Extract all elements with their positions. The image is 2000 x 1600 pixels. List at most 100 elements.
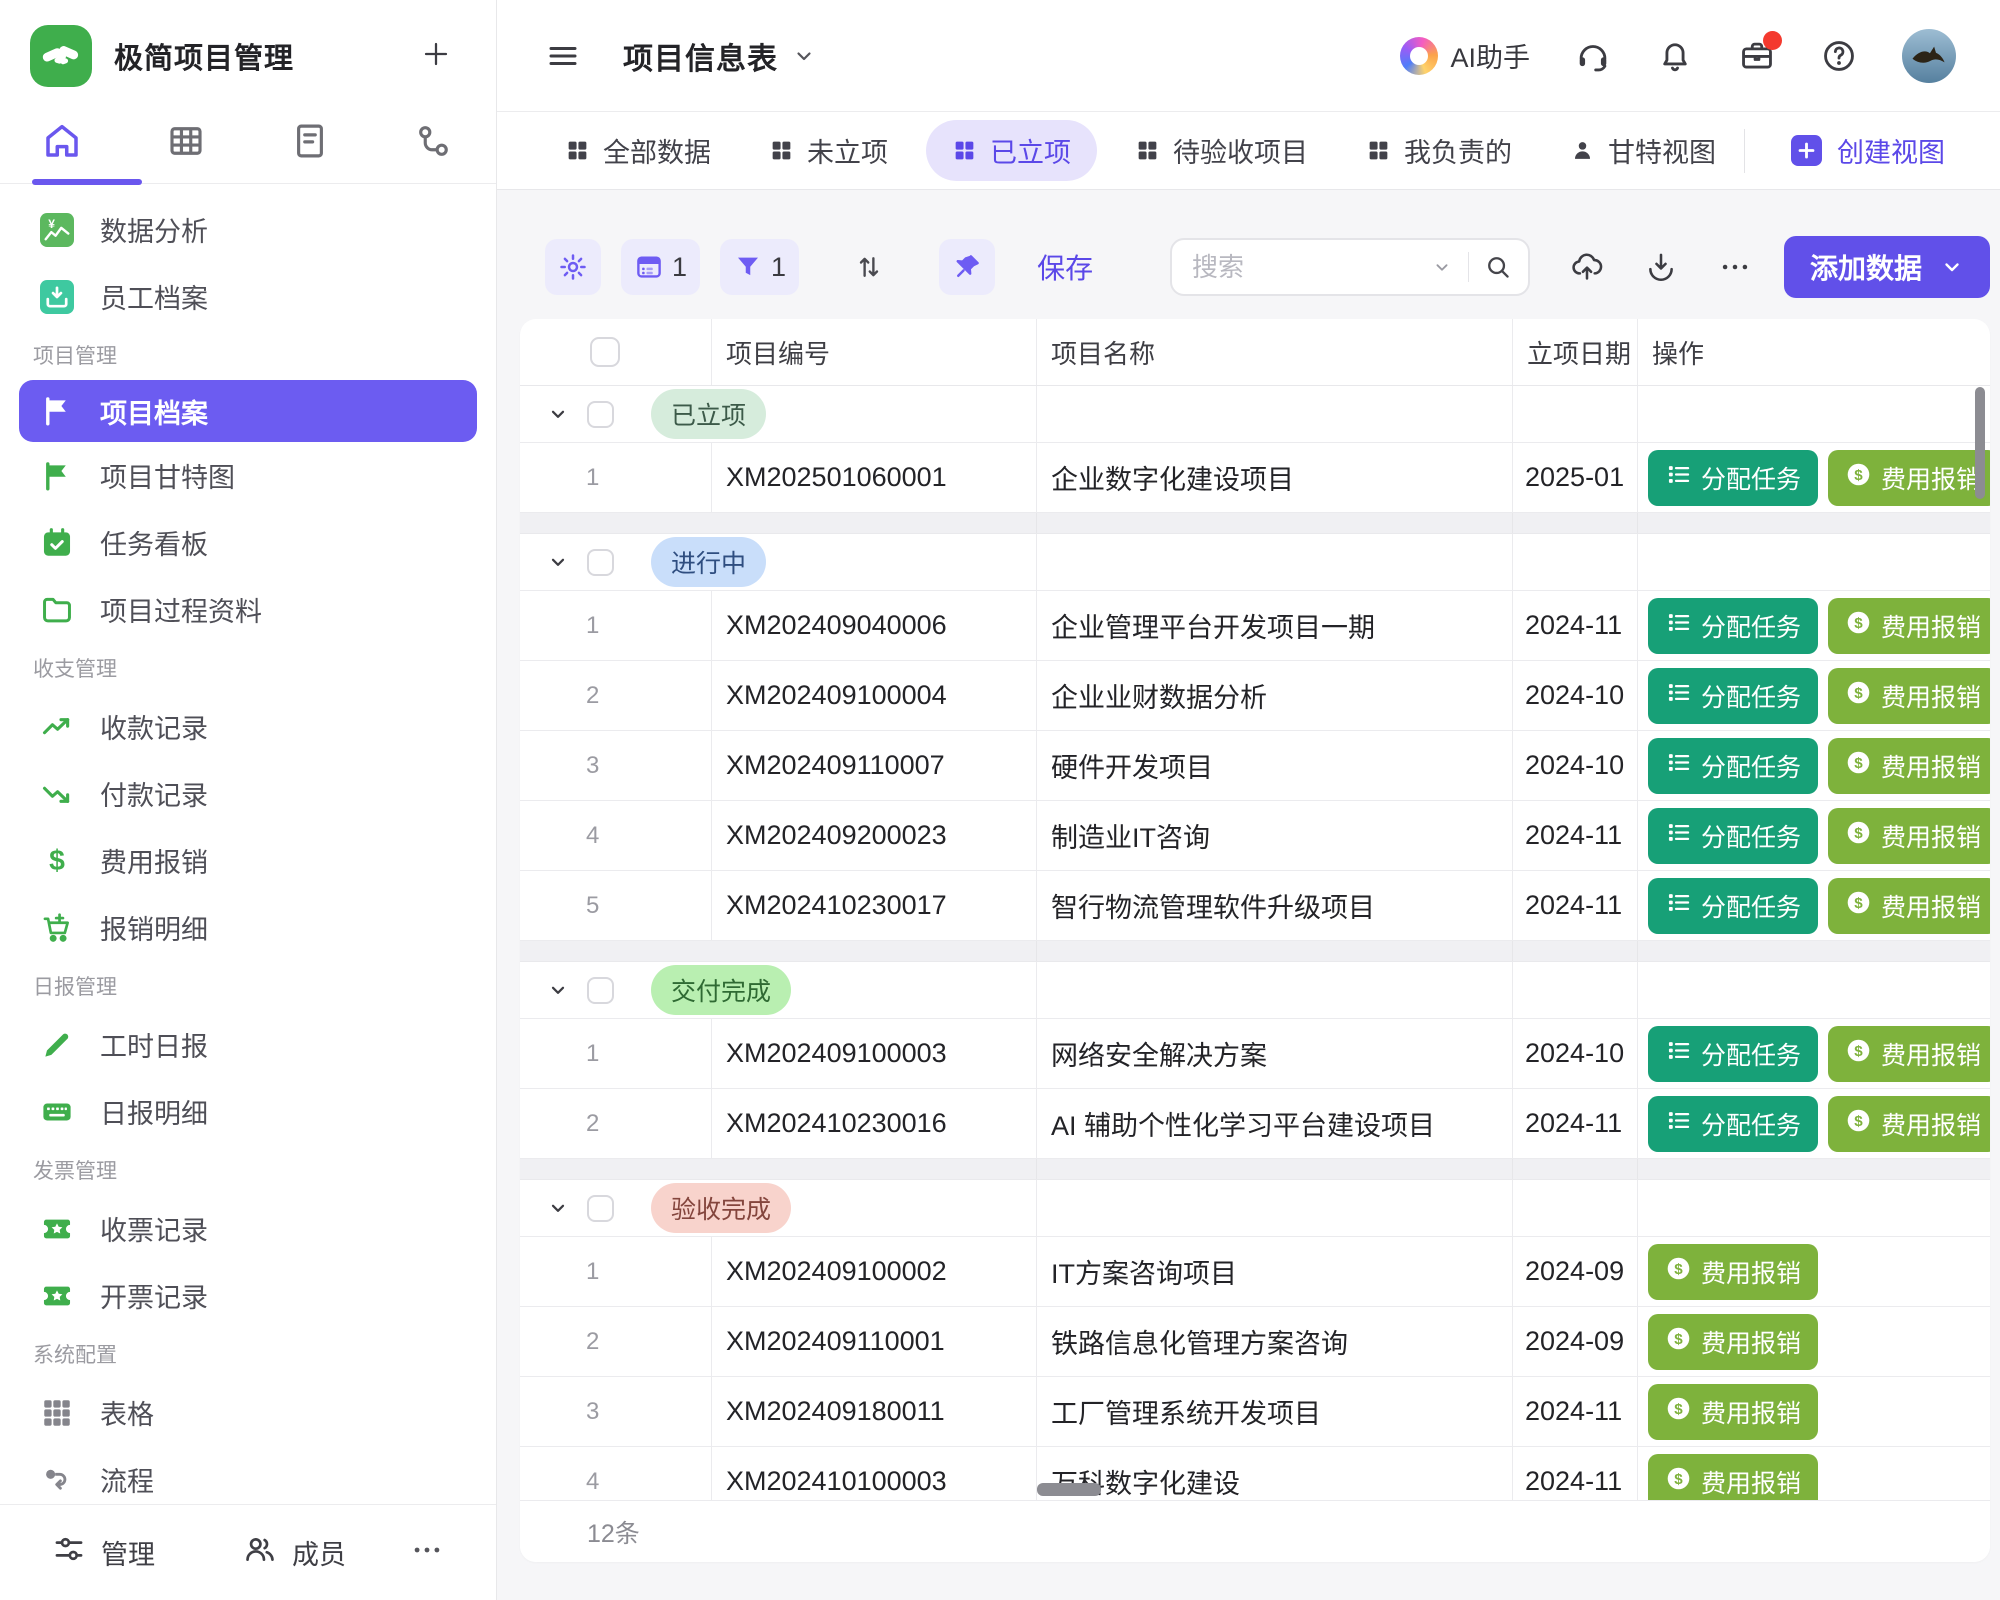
table-row[interactable]: 3XM202409110007硬件开发项目2024-10分配任务$费用报销	[520, 731, 1990, 801]
project-code-cell[interactable]: XM202409180011	[712, 1377, 1037, 1446]
vertical-scrollbar-thumb[interactable]	[1975, 387, 1985, 499]
group-collapse-button[interactable]	[546, 550, 570, 574]
expense-button[interactable]: $费用报销	[1828, 1096, 1990, 1152]
notifications-button[interactable]	[1656, 37, 1694, 75]
members-button[interactable]: 成员	[243, 1532, 346, 1573]
filter-button[interactable]: 1	[720, 239, 799, 295]
import-button[interactable]	[1570, 250, 1604, 284]
group-row[interactable]: 验收完成	[520, 1180, 1990, 1237]
table-row[interactable]: 4XM202410100003万科数字化建设2024-11$费用报销	[520, 1447, 1990, 1500]
column-header-code[interactable]: 项目编号	[712, 319, 1037, 385]
save-button[interactable]: 保存	[1037, 247, 1093, 287]
column-header-actions[interactable]: 操作	[1638, 319, 1990, 385]
sidebar-item-5[interactable]: 任务看板	[0, 509, 496, 576]
view-tab-1[interactable]: 未立项	[749, 120, 908, 181]
project-name-cell[interactable]: 企业数字化建设项目	[1037, 443, 1513, 512]
column-header-date[interactable]: 立项日期	[1513, 319, 1638, 385]
project-code-cell[interactable]: XM202409040006	[712, 591, 1037, 660]
expense-button[interactable]: $费用报销	[1648, 1244, 1818, 1300]
tab-flows[interactable]	[372, 118, 496, 183]
assign-button[interactable]: 分配任务	[1648, 450, 1818, 506]
project-code-cell[interactable]: XM202409100003	[712, 1019, 1037, 1088]
project-code-cell[interactable]: XM202410230017	[712, 871, 1037, 940]
column-header-name[interactable]: 项目名称	[1037, 319, 1513, 385]
group-collapse-button[interactable]	[546, 978, 570, 1002]
group-collapse-button[interactable]	[546, 1196, 570, 1220]
project-name-cell[interactable]: 网络安全解决方案	[1037, 1019, 1513, 1088]
assign-button[interactable]: 分配任务	[1648, 1096, 1818, 1152]
project-name-cell[interactable]: 万科数字化建设	[1037, 1447, 1513, 1500]
support-button[interactable]	[1574, 37, 1612, 75]
expense-button[interactable]: $费用报销	[1828, 450, 1990, 506]
sidebar-item-19[interactable]: 表格	[0, 1379, 496, 1446]
view-tab-0[interactable]: 全部数据	[545, 120, 731, 181]
avatar[interactable]	[1902, 29, 1956, 83]
sidebar-item-14[interactable]: 日报明细	[0, 1078, 496, 1145]
project-code-cell[interactable]: XM202501060001	[712, 443, 1037, 512]
project-name-cell[interactable]: 铁路信息化管理方案咨询	[1037, 1307, 1513, 1376]
table-row[interactable]: 3XM202409180011工厂管理系统开发项目2024-11$费用报销	[520, 1377, 1990, 1447]
project-date-cell[interactable]: 2024-11	[1513, 1377, 1638, 1446]
project-code-cell[interactable]: XM202410100003	[712, 1447, 1037, 1500]
project-name-cell[interactable]: 企业业财数据分析	[1037, 661, 1513, 730]
assign-button[interactable]: 分配任务	[1648, 1026, 1818, 1082]
sidebar-item-6[interactable]: 项目过程资料	[0, 576, 496, 643]
assign-button[interactable]: 分配任务	[1648, 878, 1818, 934]
project-code-cell[interactable]: XM202409100004	[712, 661, 1037, 730]
search-input[interactable]	[1192, 252, 1431, 283]
project-date-cell[interactable]: 2024-09	[1513, 1307, 1638, 1376]
export-button[interactable]	[1644, 250, 1678, 284]
project-date-cell[interactable]: 2024-11	[1513, 1447, 1638, 1500]
table-row[interactable]: 5XM202410230017智行物流管理软件升级项目2024-11分配任务$费…	[520, 871, 1990, 941]
add-workspace-button[interactable]	[416, 36, 456, 76]
sidebar-item-10[interactable]: $费用报销	[0, 827, 496, 894]
view-tab-2[interactable]: 已立项	[926, 120, 1097, 181]
sidebar-item-4[interactable]: 项目甘特图	[0, 442, 496, 509]
table-row[interactable]: 1XM202409100002IT方案咨询项目2024-09$费用报销	[520, 1237, 1990, 1307]
project-name-cell[interactable]: 工厂管理系统开发项目	[1037, 1377, 1513, 1446]
tab-home[interactable]	[0, 118, 124, 183]
project-name-cell[interactable]: 硬件开发项目	[1037, 731, 1513, 800]
project-date-cell[interactable]: 2024-09	[1513, 1237, 1638, 1306]
table-row[interactable]: 1XM202501060001企业数字化建设项目2025-01分配任务$费用报销	[520, 443, 1990, 513]
search-icon[interactable]	[1484, 253, 1512, 281]
table-row[interactable]: 2XM202409110001铁路信息化管理方案咨询2024-09$费用报销	[520, 1307, 1990, 1377]
project-date-cell[interactable]: 2024-11	[1513, 871, 1638, 940]
table-row[interactable]: 1XM202409040006企业管理平台开发项目一期2024-11分配任务$费…	[520, 591, 1990, 661]
table-row[interactable]: 4XM202409200023制造业IT咨询2024-11分配任务$费用报销	[520, 801, 1990, 871]
sidebar-item-9[interactable]: 付款记录	[0, 760, 496, 827]
view-tab-5[interactable]: 甘特视图	[1550, 120, 1736, 181]
title-dropdown[interactable]	[792, 44, 816, 68]
project-code-cell[interactable]: XM202409110001	[712, 1307, 1037, 1376]
group-collapse-button[interactable]	[546, 402, 570, 426]
search-scope-dropdown[interactable]	[1431, 256, 1453, 278]
group-checkbox[interactable]	[587, 1195, 614, 1222]
project-date-cell[interactable]: 2024-11	[1513, 801, 1638, 870]
sidebar-item-3[interactable]: 项目档案	[19, 380, 477, 442]
project-date-cell[interactable]: 2024-10	[1513, 1019, 1638, 1088]
project-code-cell[interactable]: XM202410230016	[712, 1089, 1037, 1158]
table-row[interactable]: 2XM202409100004企业业财数据分析2024-10分配任务$费用报销	[520, 661, 1990, 731]
sidebar-item-0[interactable]: ¥数据分析	[0, 196, 496, 263]
ai-assistant-button[interactable]: AI助手	[1400, 36, 1530, 75]
horizontal-scrollbar-thumb[interactable]	[1037, 1483, 1101, 1496]
manage-button[interactable]: 管理	[52, 1532, 155, 1573]
workspace-button[interactable]	[1738, 37, 1776, 75]
sidebar-item-11[interactable]: 报销明细	[0, 894, 496, 961]
group-row[interactable]: 进行中	[520, 534, 1990, 591]
expense-button[interactable]: $费用报销	[1828, 598, 1990, 654]
table-row[interactable]: 2XM202410230016AI 辅助个性化学习平台建设项目2024-11分配…	[520, 1089, 1990, 1159]
project-code-cell[interactable]: XM202409200023	[712, 801, 1037, 870]
menu-toggle-button[interactable]	[545, 38, 581, 74]
project-code-cell[interactable]: XM202409110007	[712, 731, 1037, 800]
sidebar-item-16[interactable]: 收票记录	[0, 1195, 496, 1262]
expense-button[interactable]: $费用报销	[1648, 1314, 1818, 1370]
project-name-cell[interactable]: 企业管理平台开发项目一期	[1037, 591, 1513, 660]
expense-button[interactable]: $费用报销	[1828, 878, 1990, 934]
group-checkbox[interactable]	[587, 549, 614, 576]
group-row[interactable]: 已立项	[520, 386, 1990, 443]
project-name-cell[interactable]: IT方案咨询项目	[1037, 1237, 1513, 1306]
sidebar-more-button[interactable]	[410, 1533, 444, 1572]
search-box[interactable]	[1170, 238, 1530, 296]
pin-button[interactable]	[939, 239, 995, 295]
